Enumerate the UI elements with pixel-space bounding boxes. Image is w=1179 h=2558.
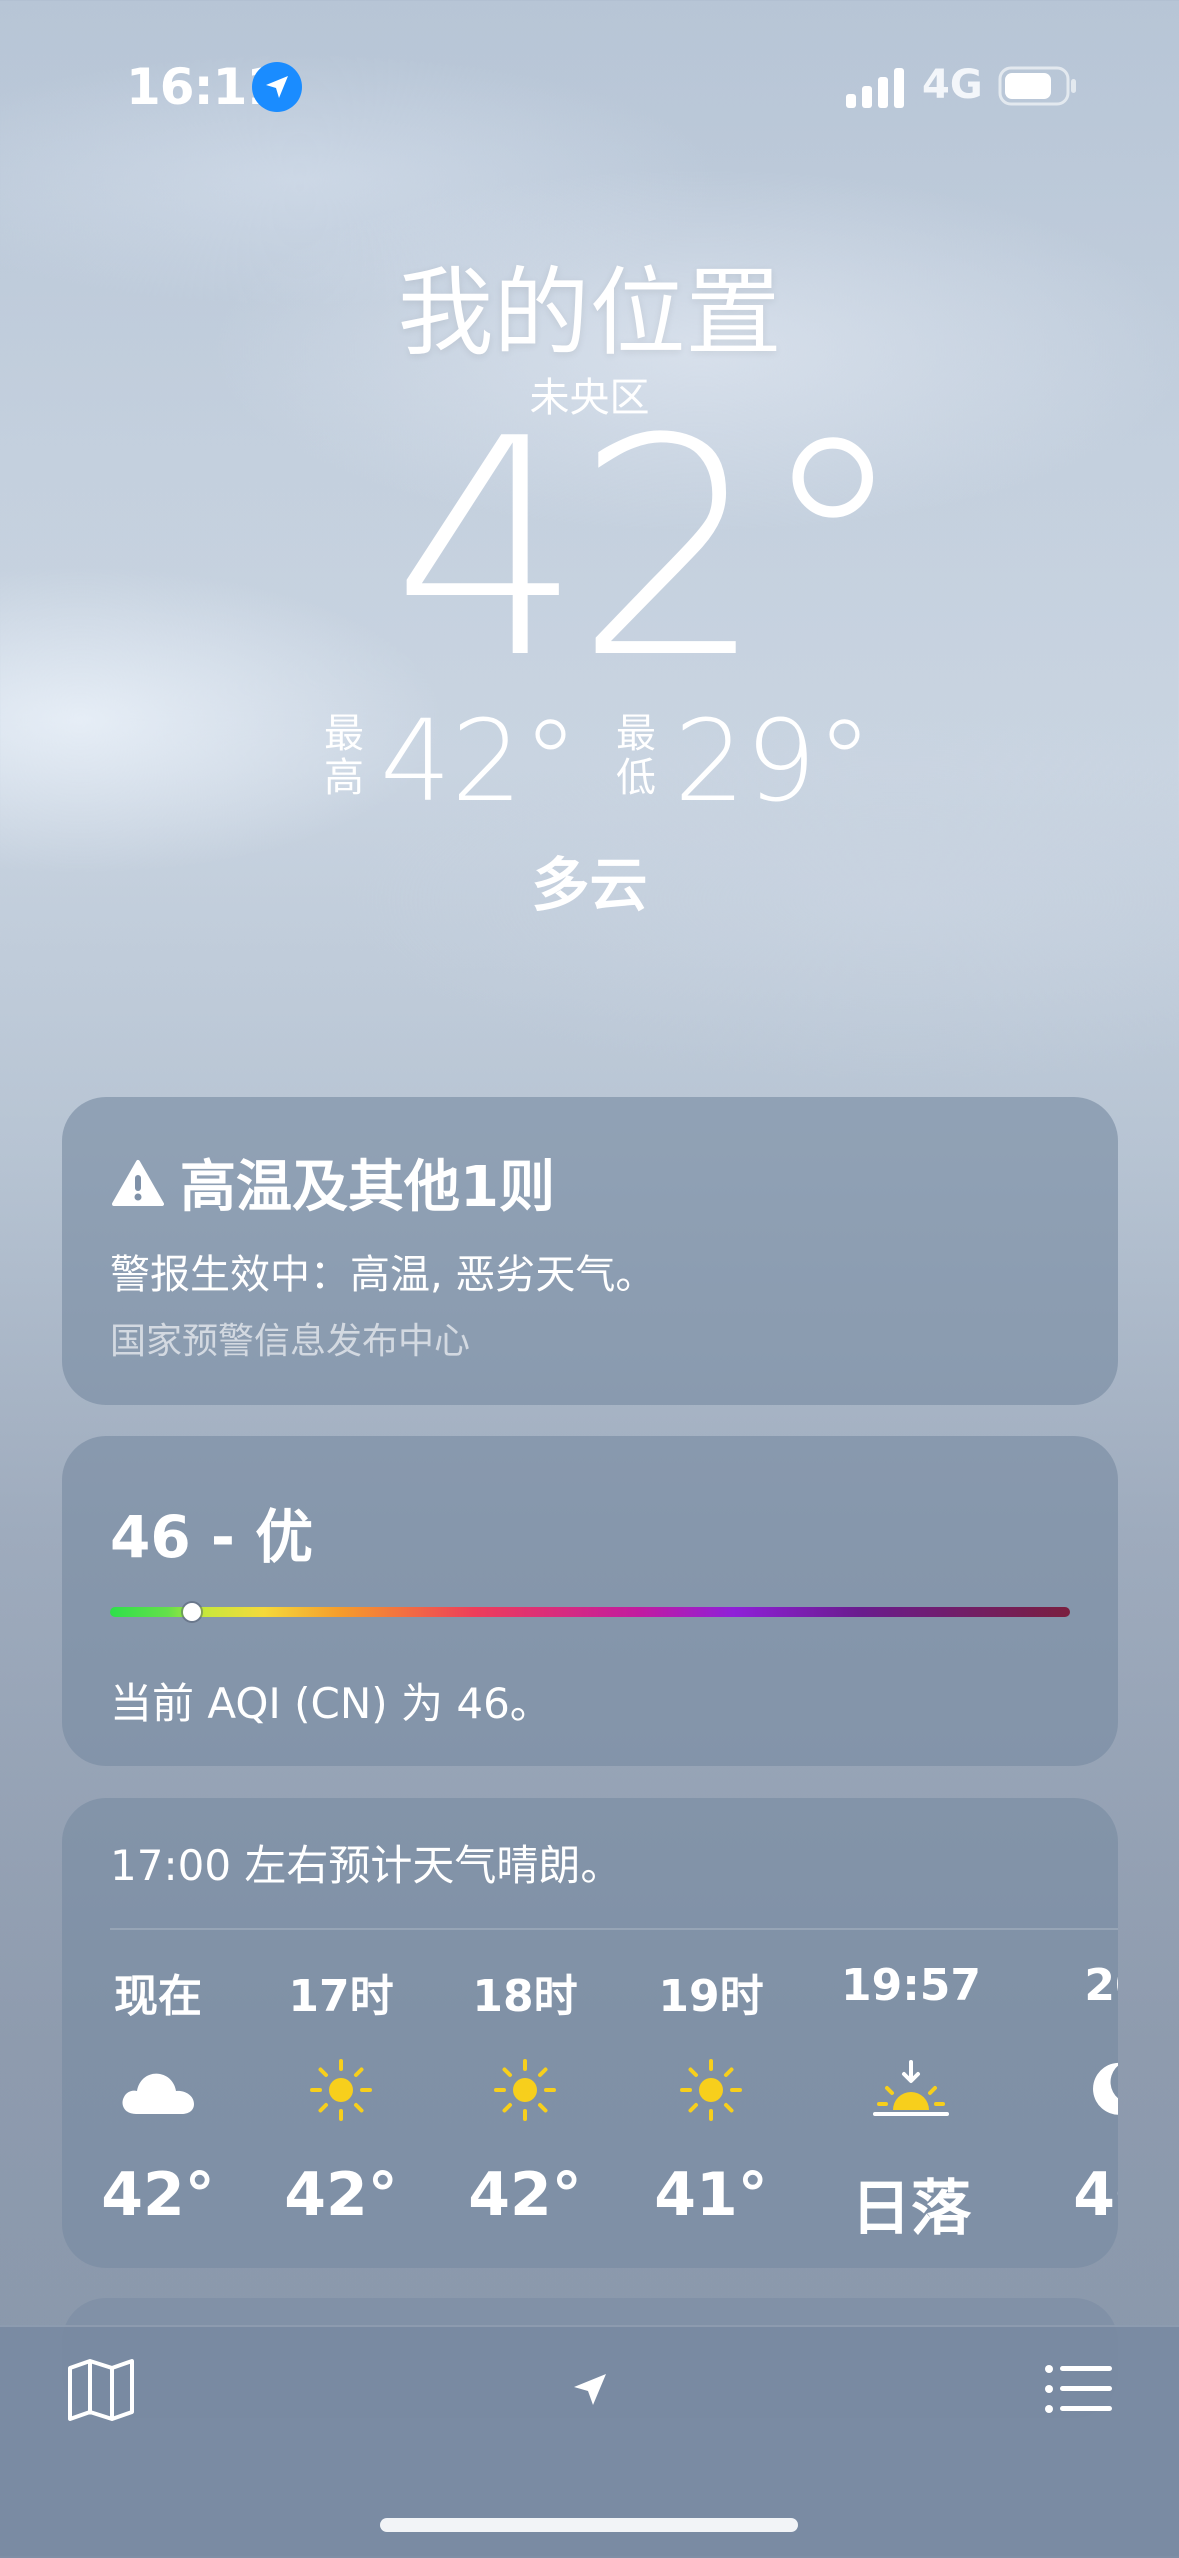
home-indicator[interactable] (380, 2518, 798, 2532)
alert-source: 国家预警信息发布中心 (110, 1321, 471, 1362)
aqi-title: 46 - 优 (110, 1503, 314, 1571)
low-temperature: 29° (674, 697, 873, 827)
map-icon[interactable] (66, 2358, 136, 2422)
current-location-icon[interactable] (570, 2370, 610, 2410)
hourly-headline: 17:00 左右预计天气晴朗。 (110, 1841, 623, 1890)
network-type: 4G (922, 62, 983, 108)
weather-condition: 多云 (531, 851, 648, 919)
location-title: 我的位置 (397, 257, 782, 369)
list-icon[interactable] (1044, 2363, 1114, 2415)
warning-icon (112, 1159, 164, 1206)
alert-body: 警报生效中：高温, 恶劣天气。 (110, 1252, 656, 1298)
aqi-indicator (182, 1603, 201, 1621)
low-label: 最 低 (616, 711, 656, 801)
divider (110, 1928, 1118, 1930)
high-label: 最 高 (324, 711, 364, 801)
alert-title: 高温及其他1则 (180, 1155, 555, 1220)
alert-title-row: 高温及其他1则 (112, 1142, 555, 1223)
battery-icon (998, 66, 1076, 106)
aqi-description: 当前 AQI (CN) 为 46。 (110, 1679, 552, 1728)
location-arrow-icon (252, 62, 302, 112)
current-temperature: 42° (392, 375, 908, 724)
cellular-signal-icon (846, 68, 904, 108)
high-temperature: 42° (380, 697, 579, 827)
aqi-scale-bar (110, 1607, 1070, 1617)
